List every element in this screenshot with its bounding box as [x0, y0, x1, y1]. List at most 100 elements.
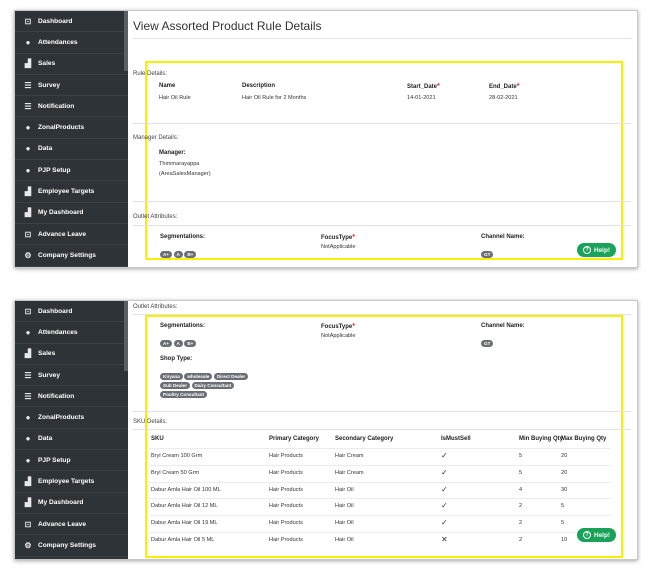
sidebar-item-label: My Dashboard — [38, 209, 84, 217]
monitor-icon: ⊡ — [24, 306, 32, 316]
sidebar-item-survey[interactable]: ☰ Survey — [15, 365, 128, 387]
monitor-icon: ⊡ — [24, 16, 32, 26]
sidebar-item-attendances[interactable]: ● Attendances — [15, 322, 128, 344]
sku-cell-min-buying-qty: 2 — [519, 537, 523, 543]
sidebar-item-label: Sales — [38, 60, 56, 68]
sidebar-item-label: Data — [38, 435, 53, 443]
sidebar-item-label: PJP Setup — [38, 166, 71, 174]
segmentation-pills: A+ A B+ — [160, 332, 198, 350]
help-button[interactable]: ? Help! — [577, 243, 616, 257]
sidebar-item-label: My Dashboard — [38, 499, 84, 507]
sku-cell-is-must-sell: ✓ — [441, 451, 448, 460]
help-icon: ? — [583, 531, 591, 539]
rule-end-header: End_Date* — [489, 83, 520, 90]
sidebar-item-allowances[interactable]: ›Allowances — [15, 267, 128, 268]
sku-cell-secondary-category: Hair Oil — [335, 486, 354, 493]
title-divider — [133, 38, 631, 39]
sidebar-item-company-settings[interactable]: ⚙ Company Settings — [15, 535, 128, 557]
sku-header-max-buying-qty: Max Buying Qty — [561, 436, 607, 442]
sidebar-item-pjp-setup[interactable]: ● PJP Setup — [15, 160, 128, 182]
focus-type-value: NotApplicable — [321, 244, 356, 250]
shop-type-label: Shop Type: — [160, 356, 193, 362]
sidebar-item-employee-targets[interactable]: ▟ Employee Targets — [15, 471, 128, 493]
sidebar-item-my-dashboard[interactable]: ▟ My Dashboard — [15, 203, 128, 224]
sidebar-item-advance-leave[interactable]: ⊡ Advance Leave — [15, 224, 128, 246]
sku-cell-secondary-category: Hair Cream — [335, 453, 364, 459]
sidebar-item-survey[interactable]: ☰ Survey — [15, 75, 128, 97]
sidebar-item-data[interactable]: ● Data — [15, 429, 128, 451]
sidebar-item-sales[interactable]: ▟ Sales — [15, 54, 128, 75]
sidebar-item-label: Dashboard — [38, 307, 73, 315]
sidebar-item-sales[interactable]: ▟ Sales — [15, 344, 128, 365]
sidebar-item-notification[interactable]: ☰ Notification — [15, 386, 128, 408]
sidebar-item-advance-leave[interactable]: ⊡ Advance Leave — [15, 514, 128, 536]
page-title: View Assorted Product Rule Details — [133, 19, 322, 33]
sliders-icon: ☰ — [24, 391, 32, 401]
sidebar-item-attendances[interactable]: ● Attendances — [15, 32, 128, 54]
sidebar-item-allowances[interactable]: ›Allowances — [15, 557, 128, 559]
sidebar-item-label: PJP Setup — [38, 456, 71, 464]
help-button[interactable]: ? Help! — [577, 528, 616, 542]
sidebar-item-my-dashboard[interactable]: ▟ My Dashboard — [15, 493, 128, 514]
bar-chart-icon: ▟ — [24, 498, 32, 508]
segmentation-pills: A+ A B+ — [160, 243, 198, 261]
sidebar-item-label: Dashboard — [38, 17, 73, 25]
sku-cell-max-buying-qty: 20 — [561, 469, 568, 476]
sidebar-item-label: ZonalProducts — [38, 414, 85, 422]
sidebar-item-label: Employee Targets — [38, 188, 95, 196]
user-icon: ● — [25, 434, 31, 444]
sidebar-item-label: Notification — [38, 392, 75, 400]
segmentation-pill: B+ — [184, 251, 197, 259]
main-content: View Assorted Product Rule Details Rule … — [129, 11, 637, 267]
manager-name: Thimmarayappa — [159, 161, 200, 167]
sku-cell-is-must-sell: ✕ — [441, 535, 448, 544]
sku-cell-max-buying-qty: 5 — [561, 503, 565, 510]
channel-pill: GT — [481, 251, 494, 259]
row-divider — [149, 532, 611, 533]
channel-name-label: Channel Name: — [481, 234, 525, 240]
bar-chart-icon: ▟ — [24, 59, 32, 69]
sidebar-item-data[interactable]: ● Data — [15, 139, 128, 161]
sku-cell-secondary-category: Hair Oil — [335, 537, 354, 543]
section-divider — [133, 201, 631, 202]
sidebar-item-zonalproducts[interactable]: ● ZonalProducts — [15, 407, 128, 429]
sidebar-item-dashboard[interactable]: ⊡ Dashboard — [15, 11, 128, 33]
segmentation-pill: A+ — [160, 251, 173, 259]
sidebar-item-label: Company Settings — [38, 251, 96, 259]
rule-description-header: Description — [242, 83, 276, 89]
rule-name-header: Name — [159, 83, 176, 89]
sidebar-scrollbar[interactable] — [124, 11, 128, 71]
main-content: Outlet Attributes: Segmentations: A+ A B+ … — [129, 301, 637, 559]
sidebar-item-zonalproducts[interactable]: ● ZonalProducts — [15, 117, 128, 139]
gears-icon: ⚙ — [24, 250, 32, 260]
bar-chart-icon: ▟ — [24, 187, 32, 197]
sidebar-item-label: Advance Leave — [38, 230, 87, 238]
sidebar-item-dashboard[interactable]: ⊡ Dashboard — [15, 301, 128, 323]
sidebar-item-company-settings[interactable]: ⚙ Company Settings — [15, 245, 128, 267]
sidebar-scrollbar[interactable] — [124, 301, 128, 371]
row-divider — [149, 515, 611, 517]
user-icon: ● — [25, 37, 31, 47]
sku-cell-max-buying-qty: 10 — [561, 537, 568, 543]
sidebar-item-label: Attendances — [38, 38, 78, 46]
section-divider — [133, 225, 631, 226]
user-icon: ● — [25, 327, 31, 337]
sidebar-item-label: Company Settings — [38, 541, 96, 549]
screenshot-outlet-sku-details: ⊡ Dashboard ● Attendances ▟ Sales ☰ Survey ☰ Noti… — [14, 300, 638, 560]
focus-type-label: FocusType* — [321, 234, 355, 241]
sidebar-item-notification[interactable]: ☰ Notification — [15, 96, 128, 118]
sidebar: ⊡ Dashboard ● Attendances ▟ Sales ☰ Survey ☰ Noti… — [15, 11, 128, 267]
segmentation-pill: A — [173, 251, 183, 259]
sku-header-secondary-category: Secondary Category — [335, 436, 394, 442]
sku-cell-primary-category: Hair Products — [269, 537, 303, 543]
sidebar-item-employee-targets[interactable]: ▟ Employee Targets — [15, 181, 128, 203]
sku-cell-primary-category: Hair Products — [269, 486, 303, 493]
section-divider — [133, 429, 631, 430]
sidebar-item-pjp-setup[interactable]: ● PJP Setup — [15, 450, 128, 472]
sku-cell-secondary-category: Hair Cream — [335, 469, 364, 476]
segmentations-label: Segmentations: — [160, 234, 206, 240]
sidebar: ⊡ Dashboard ● Attendances ▟ Sales ☰ Survey ☰ Noti… — [15, 301, 128, 559]
sku-cell-secondary-category: Hair Oil — [335, 520, 354, 527]
sku-cell-sku: Bryl Cream 100 Grm — [151, 453, 203, 459]
sku-cell-max-buying-qty: 30 — [561, 486, 568, 493]
